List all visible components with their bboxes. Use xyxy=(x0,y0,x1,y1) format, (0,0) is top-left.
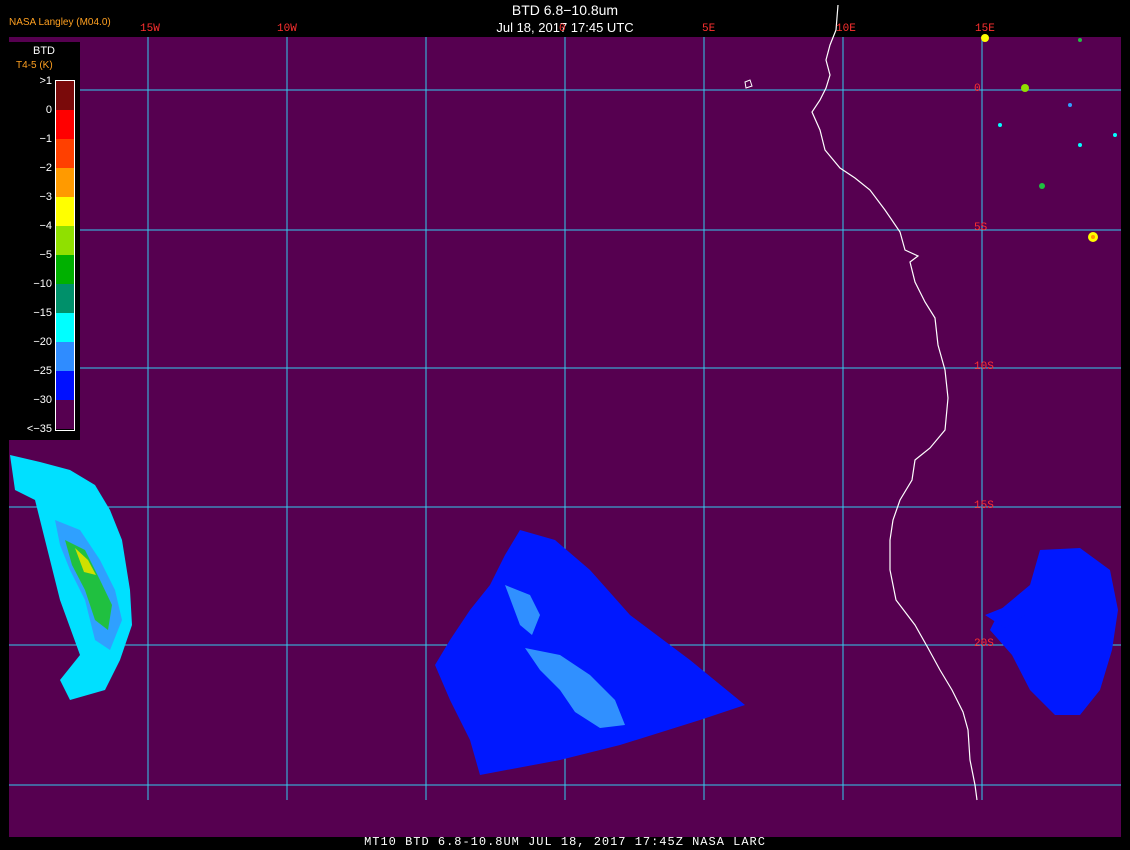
legend-label: −30 xyxy=(33,394,52,406)
legend-title: BTD xyxy=(33,45,55,57)
lon-label-0: 0 xyxy=(559,23,566,35)
legend-unit: T4-5 (K) xyxy=(16,60,53,71)
lat-label-15s: 15S xyxy=(974,500,994,512)
org-label: NASA Langley (M04.0) xyxy=(9,17,111,28)
legend-label: −20 xyxy=(33,336,52,348)
color-legend: BTD T4-5 (K) >1 0 −1 −2 −3 −4 −5 −10 −15 −20 −25 −3… xyxy=(8,42,80,440)
lat-label-10s: 10S xyxy=(974,361,994,373)
legend-label: −5 xyxy=(39,249,52,261)
lat-label-20s: 20S xyxy=(974,638,994,650)
legend-label: >1 xyxy=(39,75,52,87)
legend-frame xyxy=(55,80,75,431)
lon-label-10e: 10E xyxy=(836,23,856,35)
legend-label: −15 xyxy=(33,307,52,319)
lon-label-5e: 5E xyxy=(702,23,716,35)
legend-label: <−35 xyxy=(26,423,52,435)
lat-label-5s: 5S xyxy=(974,222,988,234)
lat-label-0: 0 xyxy=(974,83,981,95)
footer-caption: MT10 BTD 6.8-10.8UM JUL 18, 2017 17:45Z … xyxy=(364,835,766,849)
legend-label: 0 xyxy=(45,104,52,116)
lon-label-10w: 10W xyxy=(277,23,297,35)
legend-label: −2 xyxy=(39,162,52,174)
lon-label-15e: 15E xyxy=(975,23,995,35)
legend-label: −1 xyxy=(39,133,52,145)
legend-label: −10 xyxy=(33,278,52,290)
legend-label: −25 xyxy=(33,365,52,377)
legend-label: −3 xyxy=(39,191,52,203)
lon-label-15w: 15W xyxy=(140,23,160,35)
btd-map xyxy=(0,0,1130,850)
legend-label: −4 xyxy=(39,220,52,232)
map-title: BTD 6.8−10.8um xyxy=(511,2,619,18)
